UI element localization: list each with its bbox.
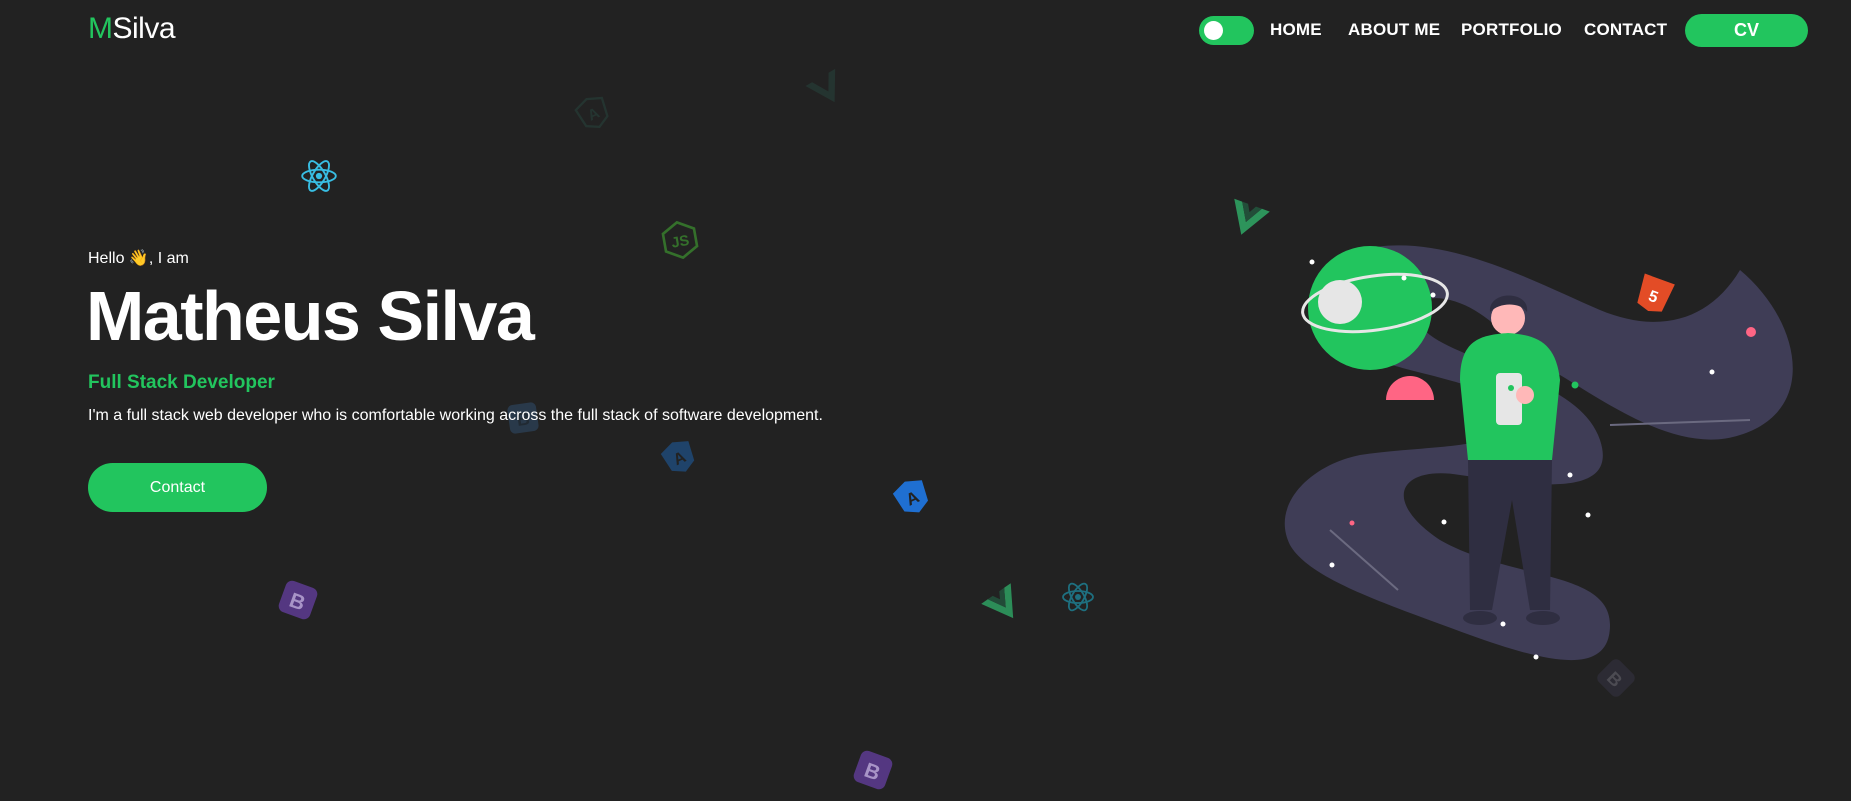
svg-text:A: A	[585, 105, 602, 125]
vue-icon	[1220, 192, 1274, 246]
bootstrap-icon: B	[270, 572, 326, 628]
angular-icon: A	[885, 470, 938, 523]
navbar: MSilva HOME ABOUT ME PORTFOLIO CONTACT C…	[0, 0, 1851, 62]
svg-text:JS: JS	[670, 233, 691, 252]
developer-illustration	[1280, 240, 1800, 680]
vue-icon	[976, 577, 1032, 633]
nav-contact-link[interactable]: CONTACT	[1584, 20, 1667, 40]
portfolio-page: MSilva HOME ABOUT ME PORTFOLIO CONTACT C…	[0, 0, 1851, 801]
nodejs-icon: JS	[656, 216, 705, 265]
vue-icon	[801, 63, 853, 115]
angular-icon: A	[654, 432, 704, 482]
logo-text: Silva	[112, 12, 176, 45]
hero-name: Matheus Silva	[86, 277, 535, 355]
logo-initial: M	[88, 12, 113, 45]
cv-button[interactable]: CV	[1685, 14, 1808, 47]
hero-greeting: Hello 👋, I am	[88, 250, 189, 267]
nav-home-link[interactable]: HOME	[1270, 20, 1322, 40]
hero-role: Full Stack Developer	[88, 372, 275, 393]
theme-toggle[interactable]	[1199, 16, 1254, 45]
nav-about-link[interactable]: ABOUT ME	[1348, 20, 1440, 40]
nav-portfolio-link[interactable]: PORTFOLIO	[1461, 20, 1562, 40]
contact-button[interactable]: Contact	[88, 463, 267, 512]
theme-toggle-knob	[1204, 21, 1223, 40]
hero-description: I'm a full stack web developer who is co…	[88, 407, 823, 424]
react-icon	[1058, 577, 1098, 617]
logo[interactable]: MSilva	[88, 12, 176, 46]
react-icon	[298, 155, 340, 197]
angular-icon: A	[569, 89, 617, 137]
bootstrap-icon: B	[845, 742, 901, 798]
